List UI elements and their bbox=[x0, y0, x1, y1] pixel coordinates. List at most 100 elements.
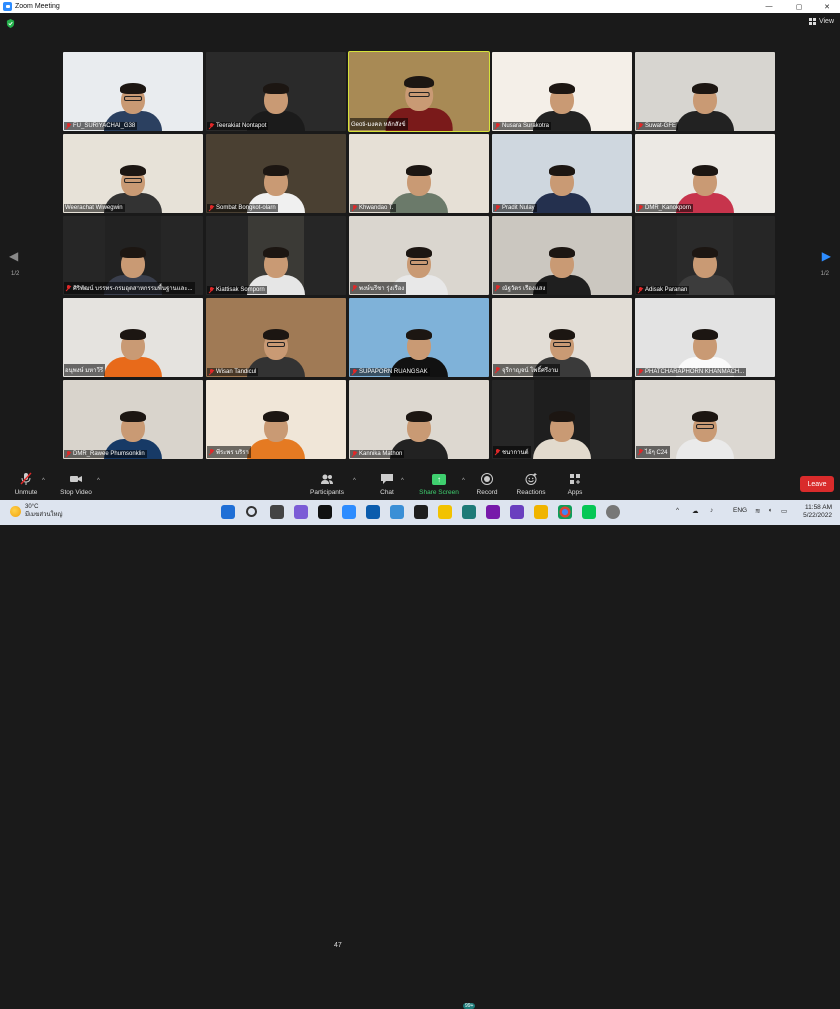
chat-button[interactable]: Chat bbox=[376, 468, 398, 500]
reactions-button[interactable]: Reactions bbox=[515, 468, 547, 500]
window-titlebar: Zoom Meeting — ▢ ✕ bbox=[0, 0, 840, 13]
leave-button[interactable]: Leave bbox=[800, 476, 834, 492]
chat-bubble-icon bbox=[381, 474, 393, 484]
participant-video-tile[interactable]: Teerakiat Nontapot bbox=[206, 52, 346, 131]
participant-video-tile[interactable]: PHATCHARAPHORN KHANMACH... bbox=[635, 298, 775, 377]
participant-video-tile[interactable]: Wisan Tandicul bbox=[206, 298, 346, 377]
participant-video-tile[interactable]: Adisak Paranan bbox=[635, 216, 775, 295]
glasses-icon bbox=[408, 91, 430, 97]
chat-options-caret-icon[interactable]: ^ bbox=[401, 478, 404, 484]
page-indicator-left: 1/2 bbox=[11, 271, 20, 277]
zoom-taskbar-icon[interactable] bbox=[342, 505, 356, 519]
reactions-label: Reactions bbox=[516, 489, 546, 496]
participant-video-tile[interactable]: พีระพร บริรา bbox=[206, 380, 346, 459]
chrome-icon[interactable] bbox=[558, 505, 572, 519]
remote-desktop-icon[interactable] bbox=[366, 505, 380, 519]
participant-video-tile[interactable]: ไอ้ๆ C24 bbox=[635, 380, 775, 459]
next-page-arrow-icon[interactable]: ▶ bbox=[822, 249, 831, 263]
participant-video-tile[interactable]: Sombat Bongkot-olarn bbox=[206, 134, 346, 213]
participants-button[interactable]: Participants bbox=[307, 468, 347, 500]
participant-name-label: FU_SURIYACHAI_G38 bbox=[64, 122, 138, 130]
tray-overflow-chevron-icon[interactable]: ^ bbox=[676, 507, 679, 514]
participant-video-tile[interactable]: จุรีกาญจน์ โพธิ์ศรีงาม bbox=[492, 298, 632, 377]
participant-video-tile[interactable]: ณัฐวัตร เรืองแสง bbox=[492, 216, 632, 295]
system-clock[interactable]: 11:58 AM 5/22/2022 bbox=[803, 504, 832, 520]
participant-video-tile[interactable]: Khwandao T. bbox=[349, 134, 489, 213]
unmute-button[interactable]: Unmute bbox=[12, 468, 40, 500]
participant-video-tile[interactable]: Suwat-GFE bbox=[635, 52, 775, 131]
participant-video-tile[interactable]: Weerachat Wiwegwin bbox=[63, 134, 203, 213]
apps-button[interactable]: Apps bbox=[564, 468, 586, 500]
participant-video-tile[interactable]: FU_SURIYACHAI_G38 bbox=[63, 52, 203, 131]
settings-gear-icon[interactable] bbox=[606, 505, 620, 519]
cloud-sync-icon[interactable]: ☁ bbox=[692, 507, 699, 515]
wifi-icon[interactable]: ≋ bbox=[755, 507, 760, 515]
participant-video-tile[interactable]: DMR_Kanokporn bbox=[635, 134, 775, 213]
participant-name-label: Kiattisak Somporn bbox=[207, 286, 267, 294]
view-button[interactable]: View bbox=[808, 18, 834, 25]
microphone-muted-icon bbox=[208, 287, 214, 293]
task-view-icon[interactable] bbox=[270, 505, 284, 519]
participant-name: ชนากานต์ bbox=[502, 450, 529, 456]
participant-hair bbox=[692, 247, 718, 258]
participant-video-tile[interactable]: ชนากานต์ bbox=[492, 380, 632, 459]
record-button[interactable]: Record bbox=[474, 468, 500, 500]
participants-options-caret-icon[interactable]: ^ bbox=[353, 478, 356, 484]
participant-video-tile[interactable]: Kannika Mathon bbox=[349, 380, 489, 459]
microphone-muted-icon bbox=[65, 285, 71, 291]
participant-name: จุรีกาญจน์ โพธิ์ศรีงาม bbox=[502, 368, 559, 374]
windows-taskbar: 30°C มีเมฆส่วนใหญ่ 99+ ^ ☁ ♪ ENG ≋ ◖ ▭ 1… bbox=[0, 500, 840, 1009]
stop-video-button[interactable]: Stop Video bbox=[58, 468, 94, 500]
speaker-volume-icon[interactable]: ♪ bbox=[710, 507, 713, 514]
participants-count: 47 bbox=[334, 942, 342, 949]
participant-video-tile[interactable]: Geoti-มงคล หลักสังข์ bbox=[348, 51, 490, 132]
participant-video-tile[interactable]: DMR_Rawee Phumsonklin bbox=[63, 380, 203, 459]
microphone-muted-icon bbox=[637, 205, 643, 211]
participant-name: Khwandao T. bbox=[359, 205, 394, 211]
participant-hair bbox=[263, 83, 289, 94]
weather-widget[interactable]: 30°C มีเมฆส่วนใหญ่ bbox=[10, 503, 63, 519]
participant-video-tile[interactable]: อนุพงษ์ มหาวีรี bbox=[63, 298, 203, 377]
participant-video-tile[interactable]: ศิริพัฒน์ บรรทร-กรมอุตสาหกรรมพื้นฐานและ.… bbox=[63, 216, 203, 295]
maximize-button[interactable]: ▢ bbox=[788, 0, 810, 13]
participant-video-tile[interactable]: พงษ์นรีชา รุ่งเรือง bbox=[349, 216, 489, 295]
participant-video-tile[interactable]: Nusara Surakotra bbox=[492, 52, 632, 131]
folder-icon[interactable] bbox=[534, 505, 548, 519]
participant-video-tile[interactable]: Pradit Nulay bbox=[492, 134, 632, 213]
video-options-caret-icon[interactable]: ^ bbox=[97, 478, 100, 484]
netflix-icon[interactable] bbox=[318, 505, 332, 519]
volume-icon[interactable]: ◖ bbox=[768, 507, 772, 514]
participant-hair bbox=[406, 329, 432, 340]
participant-name: Suwat-GFE bbox=[645, 123, 677, 129]
close-button[interactable]: ✕ bbox=[816, 0, 838, 13]
chat-label: Chat bbox=[380, 489, 394, 496]
battery-icon[interactable]: ▭ bbox=[781, 507, 787, 515]
microphone-muted-icon bbox=[637, 287, 643, 293]
participant-video-tile[interactable]: Kiattisak Somporn bbox=[206, 216, 346, 295]
participant-video-tile[interactable]: SUPAPORN RUANGSAK bbox=[349, 298, 489, 377]
previous-page-arrow-icon[interactable]: ◀ bbox=[9, 249, 18, 263]
glasses-icon bbox=[124, 178, 142, 183]
terminal-icon[interactable] bbox=[414, 505, 428, 519]
visual-studio-icon[interactable] bbox=[510, 505, 524, 519]
participant-hair bbox=[549, 329, 575, 340]
microphone-muted-icon bbox=[494, 205, 500, 211]
share-options-caret-icon[interactable]: ^ bbox=[462, 478, 465, 484]
start-windows-icon[interactable] bbox=[221, 505, 235, 519]
input-language[interactable]: ENG bbox=[733, 507, 747, 514]
search-icon[interactable] bbox=[246, 506, 257, 517]
calculator-icon[interactable] bbox=[390, 505, 404, 519]
minimize-button[interactable]: — bbox=[758, 0, 780, 13]
file-explorer-icon[interactable] bbox=[438, 505, 452, 519]
participant-name: Wisan Tandicul bbox=[216, 369, 257, 375]
security-shield-icon[interactable] bbox=[6, 19, 15, 28]
share-screen-button[interactable]: ↑ Share Screen bbox=[418, 468, 460, 500]
teams-chat-icon[interactable] bbox=[294, 505, 308, 519]
line-app-icon[interactable] bbox=[582, 505, 596, 519]
participant-hair bbox=[120, 329, 146, 340]
participant-name: FU_SURIYACHAI_G38 bbox=[73, 123, 136, 129]
audio-options-caret-icon[interactable]: ^ bbox=[42, 478, 45, 484]
onenote-icon[interactable] bbox=[486, 505, 500, 519]
participant-name-label: Sombat Bongkot-olarn bbox=[207, 204, 278, 212]
chat-app-icon[interactable] bbox=[462, 505, 476, 519]
